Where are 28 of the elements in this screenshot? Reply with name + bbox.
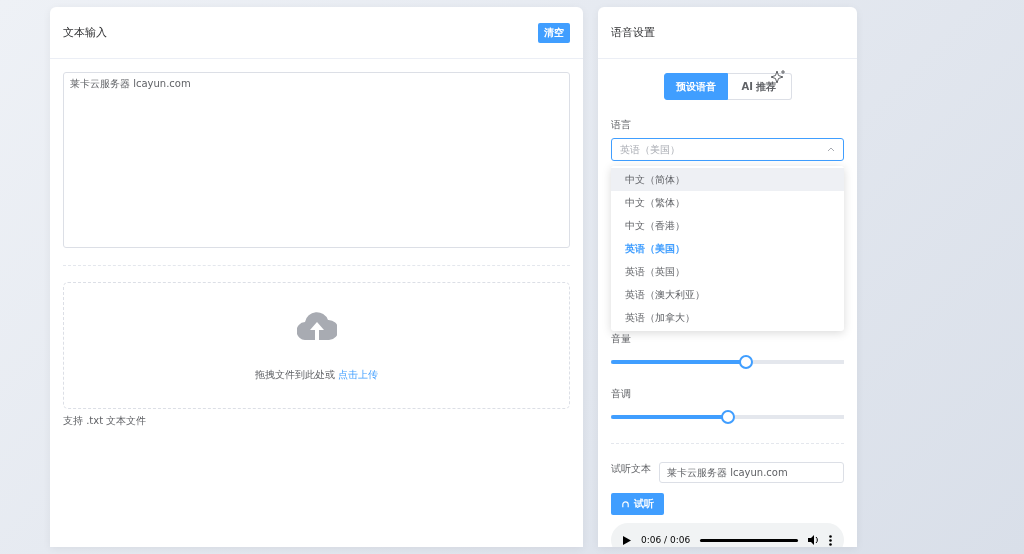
slider-label: 音量 <box>611 332 631 346</box>
upload-area[interactable]: 拖拽文件到此处或 点击上传 <box>63 282 570 409</box>
panel-title: 文本输入 <box>63 25 107 40</box>
mode-tab[interactable]: AI 推荐 <box>727 73 792 100</box>
progress-bar[interactable] <box>700 538 798 542</box>
slider-label: 音调 <box>611 387 631 401</box>
chevron-icon <box>827 147 835 152</box>
language-option[interactable]: 中文（香港） <box>611 214 844 237</box>
preview-label: 试听文本 <box>611 462 651 476</box>
volume-icon[interactable] <box>808 535 819 545</box>
slider-thumb[interactable] <box>739 355 754 369</box>
language-label: 语言 <box>611 118 631 132</box>
slider-thumb[interactable] <box>720 410 735 424</box>
play-icon[interactable] <box>623 535 631 545</box>
playback-time: 0:06 / 0:06 <box>641 535 691 545</box>
panel-title: 语音设置 <box>611 25 655 40</box>
language-option[interactable]: 英语（澳大利亚） <box>611 283 844 306</box>
upload-prompt: 拖拽文件到此处或 点击上传 <box>254 367 379 382</box>
headphones-icon <box>621 499 630 509</box>
language-option[interactable]: 中文（繁体） <box>611 191 844 214</box>
cloud-upload-icon <box>296 309 337 340</box>
more-icon[interactable] <box>829 534 832 546</box>
language-option[interactable]: 英语（加拿大） <box>611 306 844 329</box>
language-option[interactable]: 英语（英国） <box>611 260 844 283</box>
file-type-hint: 支持 .txt 文本文件 <box>63 414 148 428</box>
text-input-field[interactable]: 莱卡云服务器 lcayun.com <box>63 72 570 248</box>
preview-text-field[interactable]: 莱卡云服务器 lcayun.com <box>659 462 844 483</box>
language-option[interactable]: 中文（简体） <box>611 168 844 191</box>
